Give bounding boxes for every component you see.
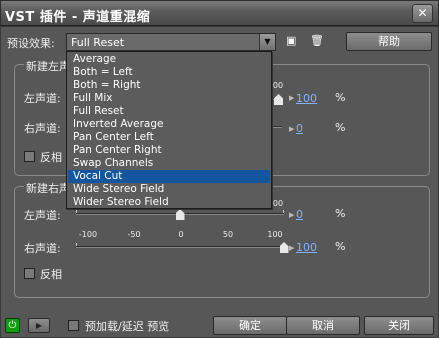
left-left-value[interactable]: 100	[296, 92, 317, 105]
preroll-label: 预加载/延迟 预览	[85, 320, 170, 333]
title-bar: VST 插件 - 声道重混缩 ✕	[0, 0, 439, 26]
preset-option[interactable]: Pan Center Right	[68, 144, 270, 157]
close-button[interactable]: 关闭	[364, 316, 434, 335]
tick-label: -50	[127, 230, 141, 239]
spin-arrow-icon[interactable]: ▶	[289, 244, 294, 252]
left-right-value[interactable]: 0	[296, 122, 303, 135]
preset-option[interactable]: Average	[68, 53, 270, 66]
preset-dropdown-list: Average Both = Left Both = Right Full Mi…	[66, 51, 272, 209]
preset-option[interactable]: Wide Stereo Field	[68, 183, 270, 196]
power-icon[interactable]: ⏻	[5, 318, 20, 333]
tick-label: 100	[267, 230, 283, 239]
window-title: VST 插件 - 声道重混缩	[5, 10, 151, 25]
preset-value: Full Reset	[71, 36, 125, 49]
right-channel-right-label: 右声道:	[24, 242, 61, 255]
help-button[interactable]: 帮助	[346, 32, 432, 51]
spin-arrow-icon[interactable]: ▶	[289, 211, 294, 219]
spin-arrow-icon[interactable]: ▶	[289, 125, 294, 133]
percent-label: %	[335, 91, 346, 104]
preset-option[interactable]: Full Reset	[68, 105, 270, 118]
tick-mark	[76, 210, 77, 213]
right-invert-checkbox[interactable]	[24, 268, 35, 279]
preset-option[interactable]: Both = Left	[68, 66, 270, 79]
spin-arrow-icon[interactable]: ▶	[289, 94, 294, 102]
percent-label: %	[335, 207, 346, 220]
close-window-button[interactable]: ✕	[412, 4, 433, 23]
chevron-down-icon[interactable]: ▼	[259, 34, 275, 50]
right-right-value[interactable]: 100	[296, 241, 317, 254]
tick-label: -100	[78, 230, 98, 239]
right-right-slider-track[interactable]	[76, 246, 284, 248]
preset-label: 预设效果:	[7, 37, 55, 50]
left-channel-right-label: 右声道:	[24, 122, 61, 135]
preset-option[interactable]: Both = Right	[68, 79, 270, 92]
right-left-value[interactable]: 0	[296, 208, 303, 221]
tick-mark	[76, 243, 77, 246]
right-channel-left-label: 左声道:	[24, 209, 61, 222]
right-invert-label: 反相	[40, 268, 62, 281]
cancel-button[interactable]: 取消	[286, 316, 360, 335]
percent-label: %	[335, 240, 346, 253]
preset-option[interactable]: Full Mix	[68, 92, 270, 105]
preset-option[interactable]: Wider Stereo Field	[68, 196, 270, 209]
save-preset-icon[interactable]: ▣	[286, 34, 300, 48]
play-icon[interactable]: ▶	[28, 318, 50, 333]
percent-label: %	[335, 121, 346, 134]
tick-mark	[283, 210, 284, 213]
left-invert-label: 反相	[40, 151, 62, 164]
preset-option[interactable]: Swap Channels	[68, 157, 270, 170]
preroll-checkbox[interactable]	[68, 320, 79, 331]
preset-select[interactable]: Full Reset ▼	[66, 33, 276, 51]
left-invert-checkbox[interactable]	[24, 151, 35, 162]
delete-preset-icon[interactable]: 🗑	[310, 34, 324, 48]
preset-option[interactable]: Pan Center Left	[68, 131, 270, 144]
preset-option-selected[interactable]: Vocal Cut	[68, 170, 270, 183]
tick-label: 00	[272, 199, 284, 208]
left-channel-left-label: 左声道:	[24, 92, 61, 105]
tick-label: 00	[272, 81, 284, 90]
preset-option[interactable]: Inverted Average	[68, 118, 270, 131]
left-right-slider-track[interactable]	[272, 126, 282, 128]
ok-button[interactable]: 确定	[213, 316, 287, 335]
tick-label: 50	[222, 230, 234, 239]
tick-label: 0	[178, 230, 184, 239]
